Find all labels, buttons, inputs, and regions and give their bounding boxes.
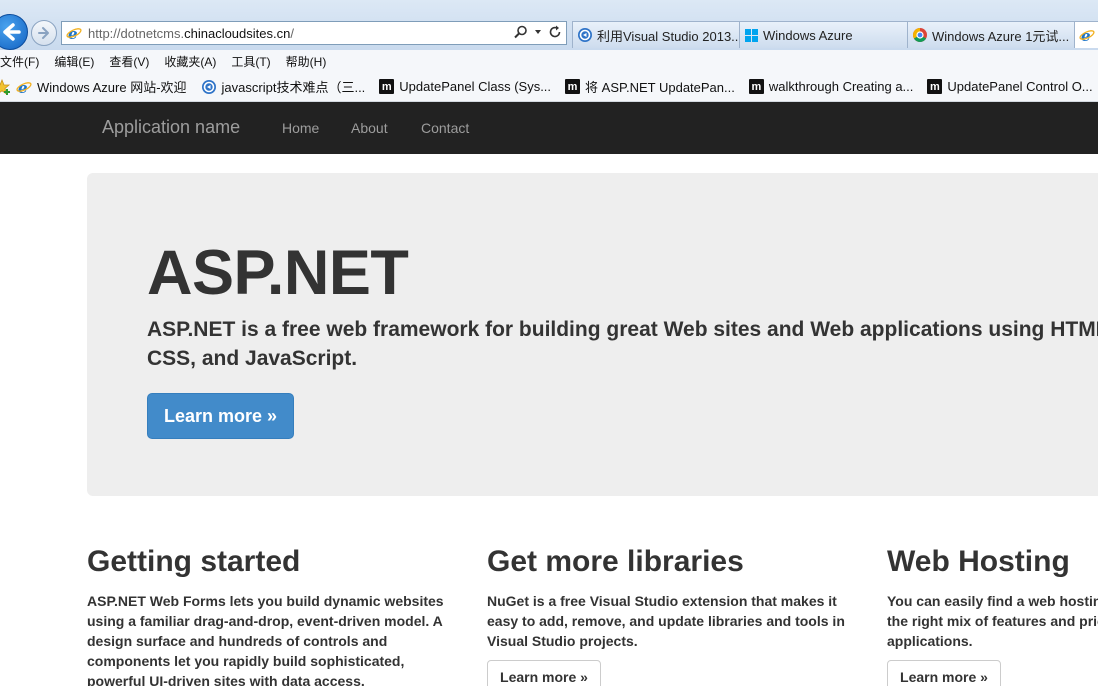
visual-studio-icon [578,28,592,42]
back-button[interactable] [0,14,28,50]
jumbotron-title: ASP.NET [147,238,409,308]
nav-link-contact[interactable]: Contact [421,120,469,136]
tab-label: Windows Azure [763,27,853,43]
ie-icon: e [66,25,82,41]
ie-icon: e [1079,27,1095,43]
jumbotron-lead: ASP.NET is a free web framework for buil… [147,318,1098,370]
menu-view[interactable]: 查看(V) [109,53,149,70]
nav-link-about[interactable]: About [351,120,388,136]
favorites-star-icon[interactable] [0,78,12,95]
libraries-learn-more-button[interactable]: Learn more » [487,660,601,686]
jumbotron-learn-more-button[interactable]: Learn more » [147,393,294,439]
favorite-item[interactable]: m 将 ASP.NET UpdatePan... [565,77,735,96]
tab-label: 利用Visual Studio 2013... [597,28,740,44]
site-navbar: Application name Home About Contact [0,102,1098,154]
tab-label: Windows Azure 1元试... [932,28,1070,44]
column-getting-started: Getting started ASP.NET Web Forms lets y… [87,545,457,686]
favorites-bar: e Windows Azure 网站-欢迎 javascript技术难点（三..… [0,72,1098,102]
m-icon: m [748,79,764,94]
chevron-down-icon[interactable] [534,28,542,36]
tab-current[interactable]: e [1074,21,1098,48]
column-web-hosting: Web Hosting You can easily find a web ho… [887,545,1098,686]
menu-favorites[interactable]: 收藏夹(A) [164,53,216,70]
menu-edit[interactable]: 编辑(E) [54,53,94,70]
navbar-brand[interactable]: Application name [102,117,240,138]
chrome-icon [913,28,927,42]
m-icon: m [927,79,943,94]
column-title: Web Hosting [887,545,1070,578]
favorite-item[interactable]: m walkthrough Creating a... [748,79,913,94]
forward-button[interactable] [31,20,57,46]
column-title: Get more libraries [487,545,744,578]
tab-strip: 利用Visual Studio 2013... Windows Azure Wi… [572,21,1098,48]
m-icon: m [565,79,581,94]
browser-toolbar: e http://dotnetcms.chinacloudsites.cn/ 利… [0,0,1098,50]
favorite-item[interactable]: javascript技术难点（三... [201,77,365,96]
tab-windows-azure[interactable]: Windows Azure [739,21,908,48]
refresh-icon[interactable] [548,25,562,39]
column-text: You can easily find a web hosting compan… [887,593,1098,649]
tab-visual-studio[interactable]: 利用Visual Studio 2013... [572,21,740,48]
column-title: Getting started [87,545,301,578]
menu-bar: 文件(F) 编辑(E) 查看(V) 收藏夹(A) 工具(T) 帮助(H) [0,50,1098,72]
nav-link-home[interactable]: Home [282,120,319,136]
favorite-item[interactable]: m UpdatePanel Control O... [927,79,1093,94]
column-get-more-libraries: Get more libraries NuGet is a free Visua… [487,545,857,686]
menu-tools[interactable]: 工具(T) [231,53,270,70]
favorite-item[interactable]: e Windows Azure 网站-欢迎 [16,77,187,96]
hosting-learn-more-button[interactable]: Learn more » [887,660,1001,686]
column-text: ASP.NET Web Forms lets you build dynamic… [87,593,444,686]
tab-windows-azure-trial[interactable]: Windows Azure 1元试... [907,21,1075,48]
windows-icon [745,28,758,42]
favorite-item[interactable]: m UpdatePanel Class (Sys... [379,79,551,94]
visual-studio-icon [201,79,216,94]
search-icon[interactable] [514,25,528,39]
arrow-right-icon [38,27,49,39]
m-icon: m [379,79,395,94]
address-url: http://dotnetcms.chinacloudsites.cn/ [88,25,294,41]
menu-help[interactable]: 帮助(H) [286,53,327,70]
menu-file[interactable]: 文件(F) [0,53,39,70]
ie-icon: e [16,79,32,95]
address-bar[interactable]: e http://dotnetcms.chinacloudsites.cn/ [61,21,567,45]
column-text: NuGet is a free Visual Studio extension … [487,593,845,649]
jumbotron: ASP.NET ASP.NET is a free web framework … [87,173,1098,496]
arrow-left-icon [3,23,21,41]
